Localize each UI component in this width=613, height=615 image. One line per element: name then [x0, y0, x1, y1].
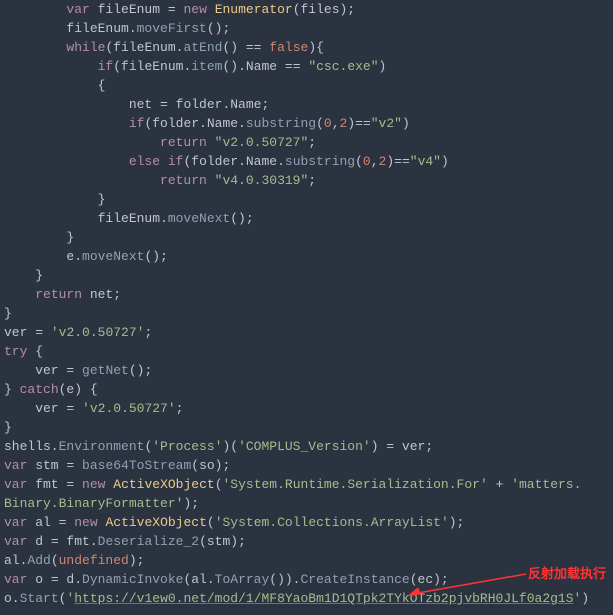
code-line: } — [4, 192, 105, 207]
code-line: if(folder.Name.substring(0,2)=="v2") — [4, 116, 410, 131]
code-line: fileEnum.moveNext(); — [4, 211, 254, 226]
code-line: return "v4.0.30319"; — [4, 173, 316, 188]
code-line: } catch(e) { — [4, 382, 98, 397]
code-line: ver = getNet(); — [4, 363, 152, 378]
code-line: var o = d.DynamicInvoke(al.ToArray()).Cr… — [4, 572, 449, 587]
code-line: } — [4, 230, 74, 245]
code-line: if(fileEnum.item().Name == "csc.exe") — [4, 59, 386, 74]
code-line: return "v2.0.50727"; — [4, 135, 316, 150]
code-line: try { — [4, 344, 43, 359]
code-line: e.moveNext(); — [4, 249, 168, 264]
code-line: var d = fmt.Deserialize_2(stm); — [4, 534, 246, 549]
code-line: ver = 'v2.0.50727'; — [4, 401, 183, 416]
code-line: net = folder.Name; — [4, 97, 269, 112]
code-line: } — [4, 268, 43, 283]
code-line: ver = 'v2.0.50727'; — [4, 325, 152, 340]
code-line: return net; — [4, 287, 121, 302]
code-line: else if(folder.Name.substring(0,2)=="v4"… — [4, 154, 449, 169]
code-block: var fileEnum = new Enumerator(files); fi… — [0, 0, 613, 608]
annotation-arrow-icon — [408, 572, 528, 596]
annotation-label: 反射加载执行 — [528, 564, 606, 583]
code-line: fileEnum.moveFirst(); — [4, 21, 230, 36]
code-line: var stm = base64ToStream(so); — [4, 458, 230, 473]
code-line: Binary.BinaryFormatter'); — [4, 496, 199, 511]
code-line: } — [4, 306, 12, 321]
code-line: var fileEnum = new Enumerator(files); — [4, 2, 355, 17]
code-line: while(fileEnum.atEnd() == false){ — [4, 40, 324, 55]
code-line: var al = new ActiveXObject('System.Colle… — [4, 515, 464, 530]
code-line: } — [4, 420, 12, 435]
code-line: al.Add(undefined); — [4, 553, 144, 568]
code-line: shells.Environment('Process')('COMPLUS_V… — [4, 439, 433, 454]
code-line: { — [4, 78, 105, 93]
code-line: var fmt = new ActiveXObject('System.Runt… — [4, 477, 581, 492]
